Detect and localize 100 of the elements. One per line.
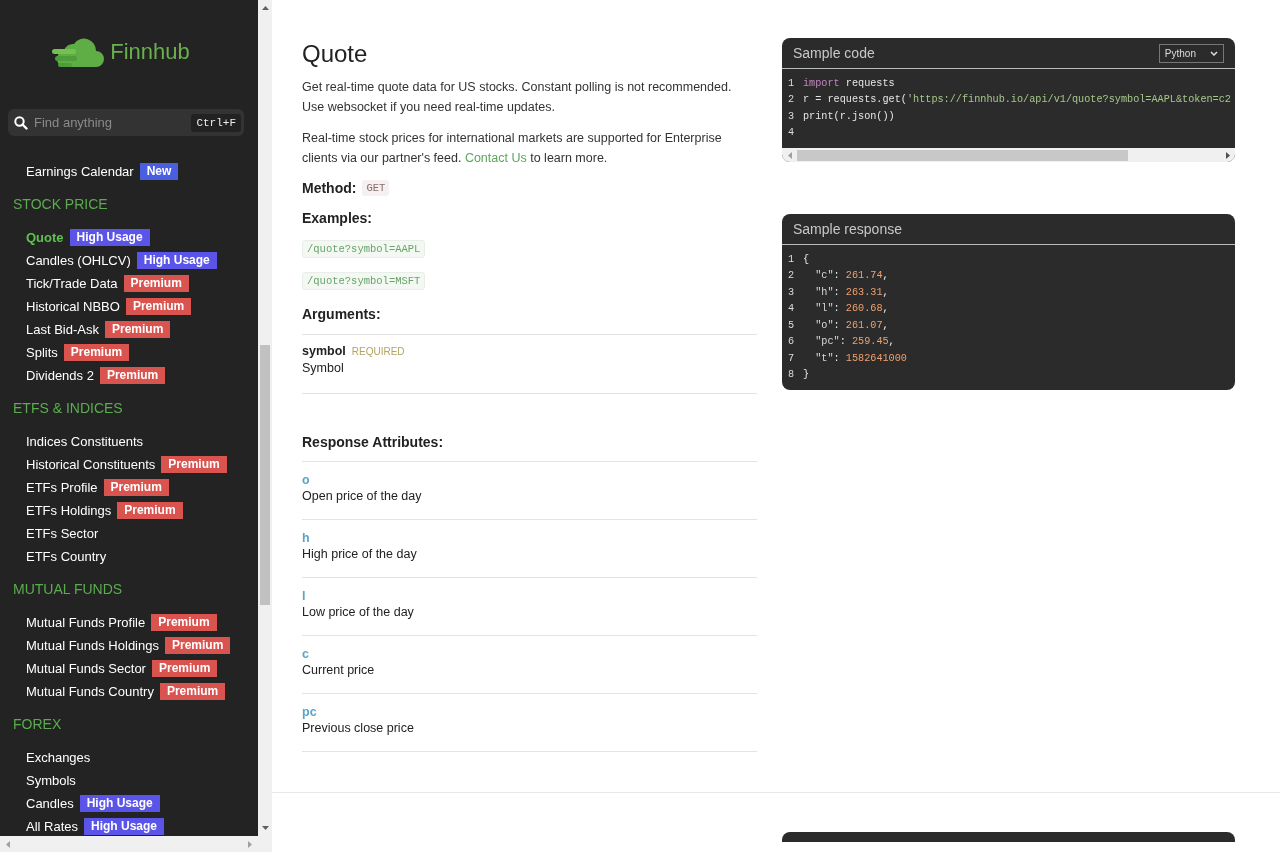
attribute-description: Low price of the day bbox=[302, 605, 414, 619]
sidebar-link[interactable]: Indices Constituents bbox=[26, 434, 144, 449]
attribute-name: h bbox=[302, 531, 310, 545]
scroll-right-icon[interactable] bbox=[1225, 151, 1230, 159]
sidebar-link[interactable]: Historical Constituents bbox=[26, 457, 156, 472]
usage-tag: High Usage bbox=[69, 229, 150, 246]
horizontal-scrollbar[interactable] bbox=[782, 148, 1235, 162]
line-number: 6 bbox=[788, 336, 796, 348]
scroll-left-icon[interactable] bbox=[6, 840, 10, 848]
scroll-down-icon[interactable] bbox=[261, 826, 269, 830]
sidebar-link[interactable]: ETFs Sector bbox=[26, 526, 99, 541]
search-input[interactable]: Find anything bbox=[28, 115, 192, 130]
usage-tag: High Usage bbox=[136, 252, 217, 269]
line-number: 2 bbox=[788, 94, 796, 106]
section-heading: STOCK PRICE bbox=[13, 195, 108, 214]
sidebar-link[interactable]: Splits bbox=[26, 345, 58, 360]
usage-tag: High Usage bbox=[79, 795, 160, 812]
sidebar-link[interactable]: Mutual Funds Country bbox=[26, 684, 154, 699]
argument-name: symbol bbox=[302, 344, 346, 358]
code-line: { bbox=[803, 253, 810, 265]
section-heading: MUTUAL FUNDS bbox=[13, 580, 123, 599]
scroll-up-icon[interactable] bbox=[261, 6, 269, 10]
usage-tag: Premium bbox=[151, 614, 217, 631]
usage-tag: Premium bbox=[123, 275, 189, 292]
description-text: Real-time stock prices for international markets are supported for Enterprise clients via our partner's feed. Contact Us to learn more. bbox=[302, 130, 723, 167]
code-line: "l": 260.68, bbox=[814, 303, 889, 315]
chevron-down-icon bbox=[1210, 50, 1218, 56]
section-heading: ETFS & INDICES bbox=[13, 399, 123, 418]
sidebar-link[interactable]: Candles (OHLCV) bbox=[26, 253, 131, 268]
code-line: print(r.json()) bbox=[803, 110, 895, 122]
line-number: 1 bbox=[788, 253, 796, 265]
description-text: Get real-time quote data for US stocks. Constant polling is not recommended. Use websocket if you need real-time updates. bbox=[302, 79, 733, 116]
sidebar-link[interactable]: ETFs Country bbox=[26, 549, 107, 564]
attribute-name: l bbox=[302, 589, 306, 603]
example-url: /quote?symbol=MSFT bbox=[302, 272, 426, 290]
sidebar-link[interactable]: Mutual Funds Profile bbox=[26, 615, 146, 630]
sidebar-link[interactable]: Last Bid-Ask bbox=[26, 322, 99, 337]
sidebar-link[interactable]: Quote bbox=[26, 230, 64, 245]
line-number: 4 bbox=[788, 303, 796, 315]
section-heading: Examples: bbox=[302, 210, 373, 226]
line-number: 7 bbox=[788, 352, 796, 364]
scrollbar-thumb[interactable] bbox=[797, 149, 1128, 161]
usage-tag: Premium bbox=[151, 660, 218, 677]
line-number: 4 bbox=[788, 127, 796, 139]
line-number: 5 bbox=[788, 319, 796, 331]
method-label: Method: bbox=[302, 180, 357, 196]
usage-tag: Premium bbox=[99, 367, 166, 384]
method-value: GET bbox=[362, 180, 390, 196]
usage-tag: Premium bbox=[117, 502, 183, 519]
sidebar-link[interactable]: Symbols bbox=[26, 773, 76, 788]
page-title: Quote bbox=[302, 39, 368, 69]
scrollbar-thumb[interactable] bbox=[260, 345, 270, 605]
code-line: } bbox=[803, 369, 810, 381]
code-line: "c": 261.74, bbox=[814, 270, 889, 282]
example-url: /quote?symbol=AAPL bbox=[302, 240, 426, 258]
logo-text: Finnhub bbox=[110, 39, 190, 65]
sidebar-link[interactable]: Historical NBBO bbox=[26, 299, 120, 314]
section-heading: Arguments: bbox=[302, 306, 381, 322]
usage-tag: New bbox=[139, 163, 179, 180]
required-tag: REQUIRED bbox=[351, 345, 405, 357]
sidebar-link[interactable]: Candles bbox=[26, 796, 74, 811]
sidebar-link[interactable]: Exchanges bbox=[26, 750, 91, 765]
code-line: "o": 261.07, bbox=[814, 319, 889, 331]
code-line: "t": 1582641000 bbox=[814, 352, 907, 364]
search-icon bbox=[14, 115, 28, 130]
line-number: 1 bbox=[788, 77, 796, 89]
panel-title: Sample response bbox=[793, 221, 902, 237]
usage-tag: Premium bbox=[164, 637, 231, 654]
attribute-description: Open price of the day bbox=[302, 489, 422, 503]
sidebar-link[interactable]: ETFs Profile bbox=[26, 480, 98, 495]
sidebar-link[interactable]: Tick/Trade Data bbox=[26, 276, 118, 291]
code-line: r = requests.get('https://finnhub.io/api/v1/quote?symbol=AAPL&token=c2 bbox=[803, 94, 1231, 106]
usage-tag: Premium bbox=[105, 321, 171, 338]
usage-tag: High Usage bbox=[84, 818, 165, 835]
sidebar-link[interactable]: Mutual Funds Holdings bbox=[26, 638, 159, 653]
usage-tag: Premium bbox=[63, 344, 130, 361]
section-heading: Response Attributes: bbox=[302, 434, 444, 450]
sidebar-link[interactable]: All Rates bbox=[26, 819, 79, 834]
code-line: "pc": 259.45, bbox=[814, 336, 895, 348]
attribute-name: pc bbox=[302, 705, 317, 719]
code-line: import requests bbox=[803, 77, 895, 89]
usage-tag: Premium bbox=[103, 479, 169, 496]
sidebar-link[interactable]: Earnings Calendar bbox=[26, 164, 134, 179]
attribute-description: High price of the day bbox=[302, 547, 417, 561]
attribute-name: c bbox=[302, 647, 309, 661]
sidebar-link[interactable]: Dividends 2 bbox=[26, 368, 94, 383]
usage-tag: Premium bbox=[161, 456, 227, 473]
usage-tag: Premium bbox=[159, 683, 226, 700]
sidebar-link[interactable]: Mutual Funds Sector bbox=[26, 661, 146, 676]
panel-title: Sample code bbox=[793, 45, 875, 61]
line-number: 3 bbox=[788, 110, 796, 122]
code-line: "h": 263.31, bbox=[814, 286, 889, 298]
shortcut-hint: Ctrl+F bbox=[191, 113, 241, 132]
language-select[interactable]: Python bbox=[1158, 43, 1224, 63]
argument-description: Symbol bbox=[302, 361, 344, 375]
line-number: 3 bbox=[788, 286, 796, 298]
line-number: 8 bbox=[788, 369, 796, 381]
search-field[interactable]: Find anything Ctrl+F bbox=[8, 109, 244, 136]
scroll-left-icon[interactable] bbox=[787, 151, 792, 159]
sidebar-link[interactable]: ETFs Holdings bbox=[26, 503, 112, 518]
